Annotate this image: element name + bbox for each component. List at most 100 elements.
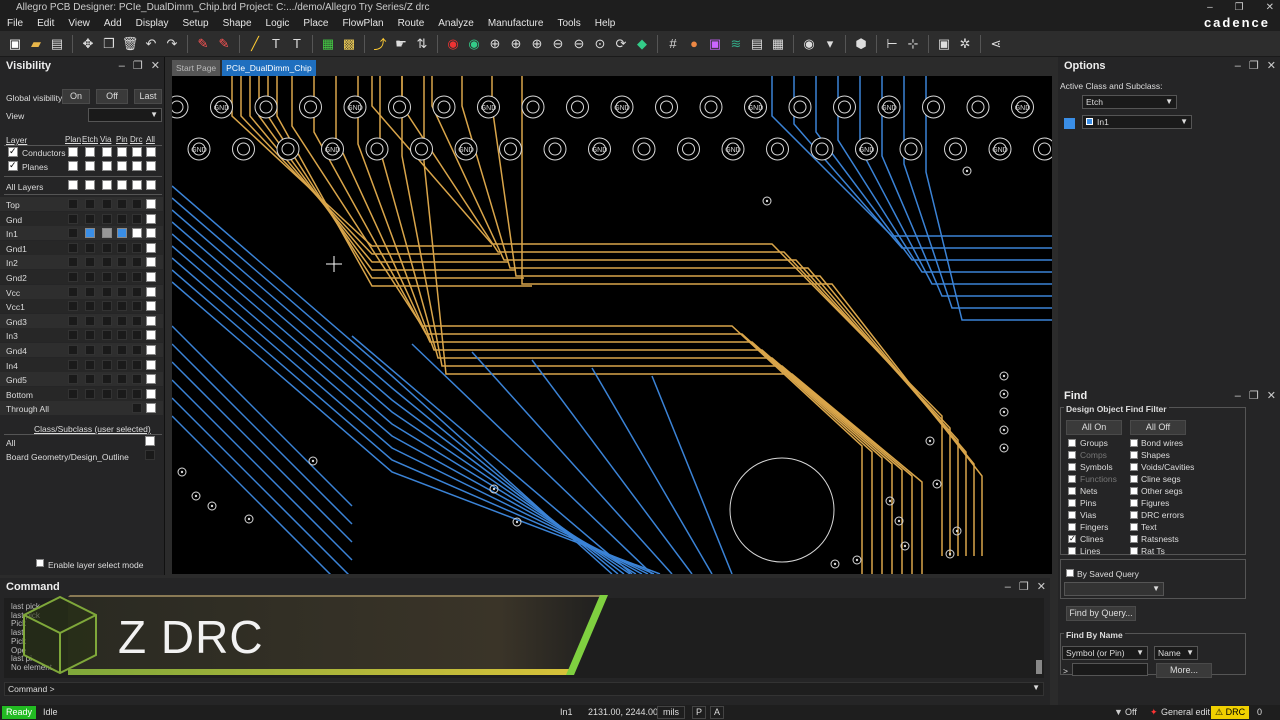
chevron-down-icon[interactable]: ▼ (1032, 683, 1040, 692)
gnd3-plan-checkbox[interactable] (68, 315, 78, 326)
gnd-plan-checkbox[interactable] (68, 213, 78, 224)
zoom-fit-icon[interactable]: ⊕ (486, 35, 504, 53)
pad[interactable] (365, 137, 389, 161)
gnd3-via-checkbox[interactable] (102, 315, 112, 326)
gnd-via-checkbox[interactable] (102, 213, 112, 224)
in2-drc-checkbox[interactable] (132, 257, 142, 268)
planes-plan-checkbox[interactable] (68, 161, 78, 171)
find-voids-cavities-checkbox[interactable] (1130, 463, 1138, 471)
menu-view[interactable]: View (61, 18, 97, 29)
menu-place[interactable]: Place (296, 18, 335, 29)
gnd1-etch-checkbox[interactable] (85, 242, 95, 253)
find-by-query-button[interactable]: Find by Query... (1066, 606, 1136, 621)
pad[interactable] (899, 137, 923, 161)
gnd2-pin-checkbox[interactable] (117, 272, 127, 282)
menu-logic[interactable]: Logic (259, 18, 297, 29)
color-icon[interactable]: ● (685, 35, 703, 53)
enable-layer-select-checkbox[interactable] (36, 559, 44, 567)
zoom-prev-icon[interactable]: ⊖ (570, 35, 588, 53)
gnd3-all-checkbox[interactable] (146, 315, 156, 326)
pad[interactable] (410, 137, 433, 161)
pick-icon[interactable]: ✎ (194, 35, 212, 53)
pad[interactable] (254, 95, 278, 119)
gnd2-plan-checkbox[interactable] (68, 272, 78, 282)
in1-pin-checkbox[interactable] (117, 228, 127, 239)
route-icon[interactable]: ⤴ (371, 35, 389, 53)
in3-all-checkbox[interactable] (146, 330, 156, 341)
menu-tools[interactable]: Tools (550, 18, 587, 29)
pad[interactable] (499, 137, 522, 161)
close-panel-icon[interactable]: ✕ (1037, 578, 1046, 596)
all-off-button[interactable]: All Off (1130, 420, 1186, 435)
in3-plan-checkbox[interactable] (68, 330, 78, 341)
visibility-on-button[interactable]: On (62, 89, 90, 104)
layers-icon[interactable]: ≋ (727, 35, 745, 53)
menu-display[interactable]: Display (129, 18, 176, 29)
menu-shape[interactable]: Shape (216, 18, 259, 29)
zoom-out-icon[interactable]: ⊖ (549, 35, 567, 53)
pad[interactable] (766, 137, 789, 161)
gnd5-etch-checkbox[interactable] (85, 374, 95, 385)
all-layers-all-checkbox[interactable] (146, 180, 156, 190)
all-layers-etch-checkbox[interactable] (85, 180, 95, 190)
zoom-in-icon[interactable]: ⊕ (528, 35, 546, 53)
gnd-drc-checkbox[interactable] (132, 213, 142, 224)
pad[interactable] (632, 137, 656, 161)
vcc1-all-checkbox[interactable] (146, 301, 156, 312)
bottom-plan-checkbox[interactable] (68, 388, 78, 399)
gnd3-pin-checkbox[interactable] (117, 315, 127, 326)
minimize-panel-icon[interactable]: – (1005, 578, 1011, 596)
pad[interactable] (810, 137, 834, 161)
conductors-checkbox[interactable]: ✓ (8, 146, 18, 157)
eye-icon[interactable]: ◉ (800, 35, 818, 53)
text-edit-icon[interactable]: T (288, 35, 306, 53)
more-button[interactable]: More... (1156, 663, 1212, 678)
in2-etch-checkbox[interactable] (85, 257, 95, 268)
top-all-checkbox[interactable] (146, 199, 156, 209)
conductors-plan-checkbox[interactable] (68, 147, 78, 157)
planes-all-checkbox[interactable] (146, 161, 156, 171)
drc-indicator[interactable]: ⚠ DRC (1211, 706, 1250, 719)
menu-help[interactable]: Help (588, 18, 623, 29)
planes-drc-checkbox[interactable] (132, 161, 142, 171)
menu-manufacture[interactable]: Manufacture (481, 18, 551, 29)
vcc1-pin-checkbox[interactable] (117, 301, 127, 312)
gnd2-etch-checkbox[interactable] (85, 272, 95, 282)
conductors-drc-checkbox[interactable] (132, 147, 142, 157)
dropdown-icon[interactable]: ▾ (821, 35, 839, 53)
find-drc-errors-checkbox[interactable] (1130, 511, 1138, 519)
bottom-pin-checkbox[interactable] (117, 388, 127, 399)
in1-all-checkbox[interactable] (146, 228, 156, 239)
gnd1-plan-checkbox[interactable] (68, 242, 78, 253)
in4-all-checkbox[interactable] (146, 359, 156, 370)
gnd-etch-checkbox[interactable] (85, 213, 95, 224)
find-figures-checkbox[interactable] (1130, 499, 1138, 507)
gnd4-via-checkbox[interactable] (102, 345, 112, 355)
menu-flowplan[interactable]: FlowPlan (335, 18, 390, 29)
command-input[interactable]: Command > ▼ (4, 682, 1044, 696)
drc-icon[interactable]: ◉ (444, 35, 462, 53)
p-button[interactable]: P (692, 706, 707, 719)
close-panel-icon[interactable]: ✕ (151, 57, 160, 75)
planes-checkbox[interactable]: ✓ (8, 160, 18, 171)
pad[interactable] (388, 95, 411, 119)
slide-icon[interactable]: ☛ (392, 35, 410, 53)
report-icon[interactable]: ▤ (748, 35, 766, 53)
gnd5-via-checkbox[interactable] (102, 374, 112, 385)
conductors-pin-checkbox[interactable] (117, 147, 127, 157)
copy-icon[interactable]: ❐ (100, 35, 118, 53)
pad[interactable] (172, 95, 189, 119)
find-nets-checkbox[interactable] (1068, 487, 1076, 495)
redraw-icon[interactable]: ⟳ (612, 35, 630, 53)
find-groups-checkbox[interactable] (1068, 439, 1076, 447)
in4-plan-checkbox[interactable] (68, 359, 78, 370)
through-all-all-checkbox[interactable] (146, 403, 156, 414)
unpick-icon[interactable]: ✎ (215, 35, 233, 53)
open-folder-icon[interactable]: ▰ (27, 35, 45, 53)
visibility-icon[interactable]: ▣ (706, 35, 724, 53)
pad[interactable] (521, 95, 545, 119)
gnd1-all-checkbox[interactable] (146, 242, 156, 253)
gnd1-drc-checkbox[interactable] (132, 242, 142, 253)
find-clines-checkbox[interactable]: ✓ (1068, 534, 1076, 543)
text-icon[interactable]: T (267, 35, 285, 53)
